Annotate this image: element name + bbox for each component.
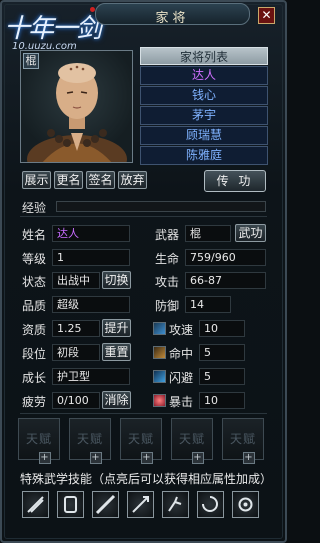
attack-label: 攻击 — [155, 275, 180, 289]
exp-bar — [56, 201, 266, 212]
talent-slot[interactable]: 天赋 + — [69, 418, 111, 464]
defense-value: 14 — [185, 296, 231, 313]
skill-whirlwind-icon[interactable] — [197, 491, 224, 518]
improve-button[interactable]: 提升 — [102, 319, 131, 337]
defense-label: 防御 — [155, 299, 180, 313]
reset-button[interactable]: 重置 — [102, 343, 131, 361]
status-label: 状态 — [22, 275, 47, 289]
status-value: 出战中 — [52, 272, 100, 289]
talent-slot[interactable]: 天赋 + — [18, 418, 60, 464]
game-logo: 十年一剑 — [4, 14, 102, 44]
sign-button[interactable]: 签名 — [86, 171, 115, 189]
weapon-label: 武器 — [155, 228, 180, 242]
attack-speed-icon — [153, 322, 166, 335]
weapon-value: 棍 — [185, 225, 231, 242]
general-list: 达人 钱心 茅宇 顾瑞慧 陈雅庭 — [140, 66, 268, 166]
hit-icon — [153, 346, 166, 359]
transfer-skill-button[interactable]: 传 功 — [204, 170, 266, 192]
growth-value: 护卫型 — [52, 368, 130, 385]
talent-label: 天赋 — [178, 432, 205, 446]
hit-value: 5 — [199, 344, 245, 361]
skill-burst-icon[interactable] — [232, 491, 259, 518]
add-talent-icon[interactable]: + — [192, 452, 204, 464]
skill-dash-icon[interactable] — [162, 491, 189, 518]
release-button[interactable]: 放弃 — [118, 171, 147, 189]
general-list-item[interactable]: 达人 — [140, 66, 268, 85]
talent-slot[interactable]: 天赋 + — [120, 418, 162, 464]
stage-label: 段位 — [22, 347, 47, 361]
divider — [20, 413, 267, 414]
quality-value: 超级 — [52, 296, 130, 313]
talent-label: 天赋 — [127, 432, 154, 446]
skill-blade-icon[interactable] — [92, 491, 119, 518]
general-list-header: 家将列表 — [140, 47, 268, 65]
add-talent-icon[interactable]: + — [90, 452, 102, 464]
talent-label: 天赋 — [76, 432, 103, 446]
general-list-item[interactable]: 顾瑞慧 — [140, 126, 268, 145]
switch-button[interactable]: 切换 — [102, 271, 131, 289]
fatigue-value: 0/100 — [52, 392, 100, 409]
talent-slot[interactable]: 天赋 + — [171, 418, 213, 464]
skill-shield-icon[interactable] — [57, 491, 84, 518]
add-talent-icon[interactable]: + — [141, 452, 153, 464]
attack-speed-value: 10 — [199, 320, 245, 337]
critical-label: 暴击 — [169, 395, 194, 409]
special-skills-title: 特殊武学技能（点亮后可以获得相应属性加成） — [20, 472, 273, 486]
general-list-item[interactable]: 陈雅庭 — [140, 146, 268, 165]
hit-label: 命中 — [169, 347, 194, 361]
weapon-type-badge: 棍 — [23, 53, 39, 69]
critical-icon — [153, 394, 166, 407]
skill-spear-icon[interactable] — [127, 491, 154, 518]
dodge-label: 闪避 — [169, 371, 194, 385]
divider — [20, 216, 267, 217]
window-title: 家将 — [155, 11, 190, 26]
critical-value: 10 — [199, 392, 245, 409]
add-talent-icon[interactable]: + — [243, 452, 255, 464]
quality-label: 品质 — [22, 299, 47, 313]
exp-label: 经验 — [22, 201, 47, 215]
general-portrait: 棍 — [20, 50, 133, 163]
add-talent-icon[interactable]: + — [39, 452, 51, 464]
general-list-item[interactable]: 茅宇 — [140, 106, 268, 125]
skill-slash-icon[interactable] — [22, 491, 49, 518]
close-button[interactable]: ✕ — [258, 7, 275, 24]
show-button[interactable]: 展示 — [22, 171, 51, 189]
attack-speed-label: 攻速 — [169, 323, 194, 337]
dodge-icon — [153, 370, 166, 383]
name-value: 达人 — [52, 225, 130, 242]
aptitude-value: 1.25 — [52, 320, 100, 337]
growth-label: 成长 — [22, 371, 47, 385]
stage-value: 初段 — [52, 344, 100, 361]
title-bar: 家将 — [95, 3, 250, 26]
talent-label: 天赋 — [25, 432, 52, 446]
hp-label: 生命 — [155, 252, 180, 266]
fatigue-label: 疲劳 — [22, 395, 47, 409]
level-value: 1 — [52, 249, 130, 266]
talent-slot[interactable]: 天赋 + — [222, 418, 264, 464]
martial-arts-button[interactable]: 武功 — [235, 224, 266, 242]
attack-value: 66-87 — [185, 272, 266, 289]
level-label: 等级 — [22, 252, 47, 266]
name-label: 姓名 — [22, 228, 47, 242]
clear-fatigue-button[interactable]: 消除 — [102, 391, 131, 409]
hp-value: 759/960 — [185, 249, 266, 266]
aptitude-label: 资质 — [22, 323, 47, 337]
rename-button[interactable]: 更名 — [54, 171, 83, 189]
dodge-value: 5 — [199, 368, 245, 385]
general-list-item[interactable]: 钱心 — [140, 86, 268, 105]
talent-label: 天赋 — [229, 432, 256, 446]
